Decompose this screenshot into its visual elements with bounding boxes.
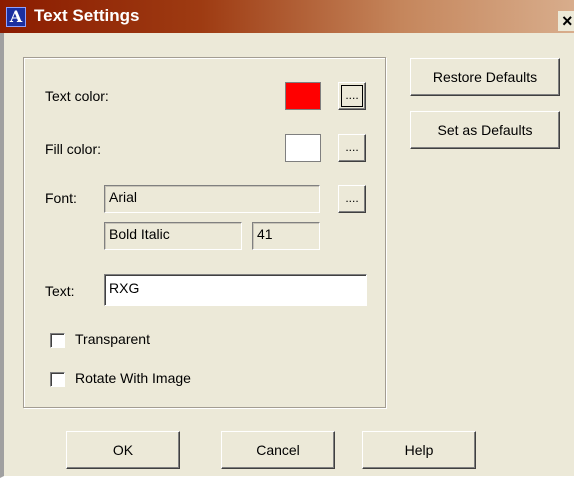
text-settings-dialog: A Text Settings × Text color: .... Fill … (0, 0, 574, 478)
cancel-button[interactable]: Cancel (221, 431, 335, 469)
font-name-field: Arial (104, 185, 320, 213)
font-label: Font: (45, 190, 77, 206)
rotate-with-image-checkbox[interactable] (50, 372, 65, 387)
text-color-browse-button[interactable]: .... (338, 82, 366, 110)
ok-button[interactable]: OK (66, 431, 180, 469)
transparent-label[interactable]: Transparent (75, 331, 150, 347)
font-size-field: 41 (252, 222, 320, 250)
restore-defaults-button[interactable]: Restore Defaults (410, 58, 560, 96)
window-title: Text Settings (34, 6, 140, 25)
transparent-checkbox[interactable] (50, 333, 65, 348)
rotate-with-image-label[interactable]: Rotate With Image (75, 370, 191, 386)
fill-color-swatch[interactable] (285, 134, 321, 162)
fill-color-browse-button[interactable]: .... (338, 134, 366, 162)
text-label: Text: (45, 283, 75, 299)
text-color-swatch[interactable] (285, 82, 321, 110)
text-input[interactable]: RXG (104, 274, 367, 306)
fill-color-label: Fill color: (45, 141, 102, 157)
app-icon: A (6, 7, 26, 27)
close-button[interactable]: × (558, 11, 574, 31)
text-color-label: Text color: (45, 88, 109, 104)
set-as-defaults-button[interactable]: Set as Defaults (410, 111, 560, 149)
font-browse-button[interactable]: .... (338, 185, 366, 213)
title-bar[interactable]: A Text Settings × (0, 0, 574, 33)
help-button[interactable]: Help (362, 431, 476, 469)
font-style-field: Bold Italic (104, 222, 242, 250)
